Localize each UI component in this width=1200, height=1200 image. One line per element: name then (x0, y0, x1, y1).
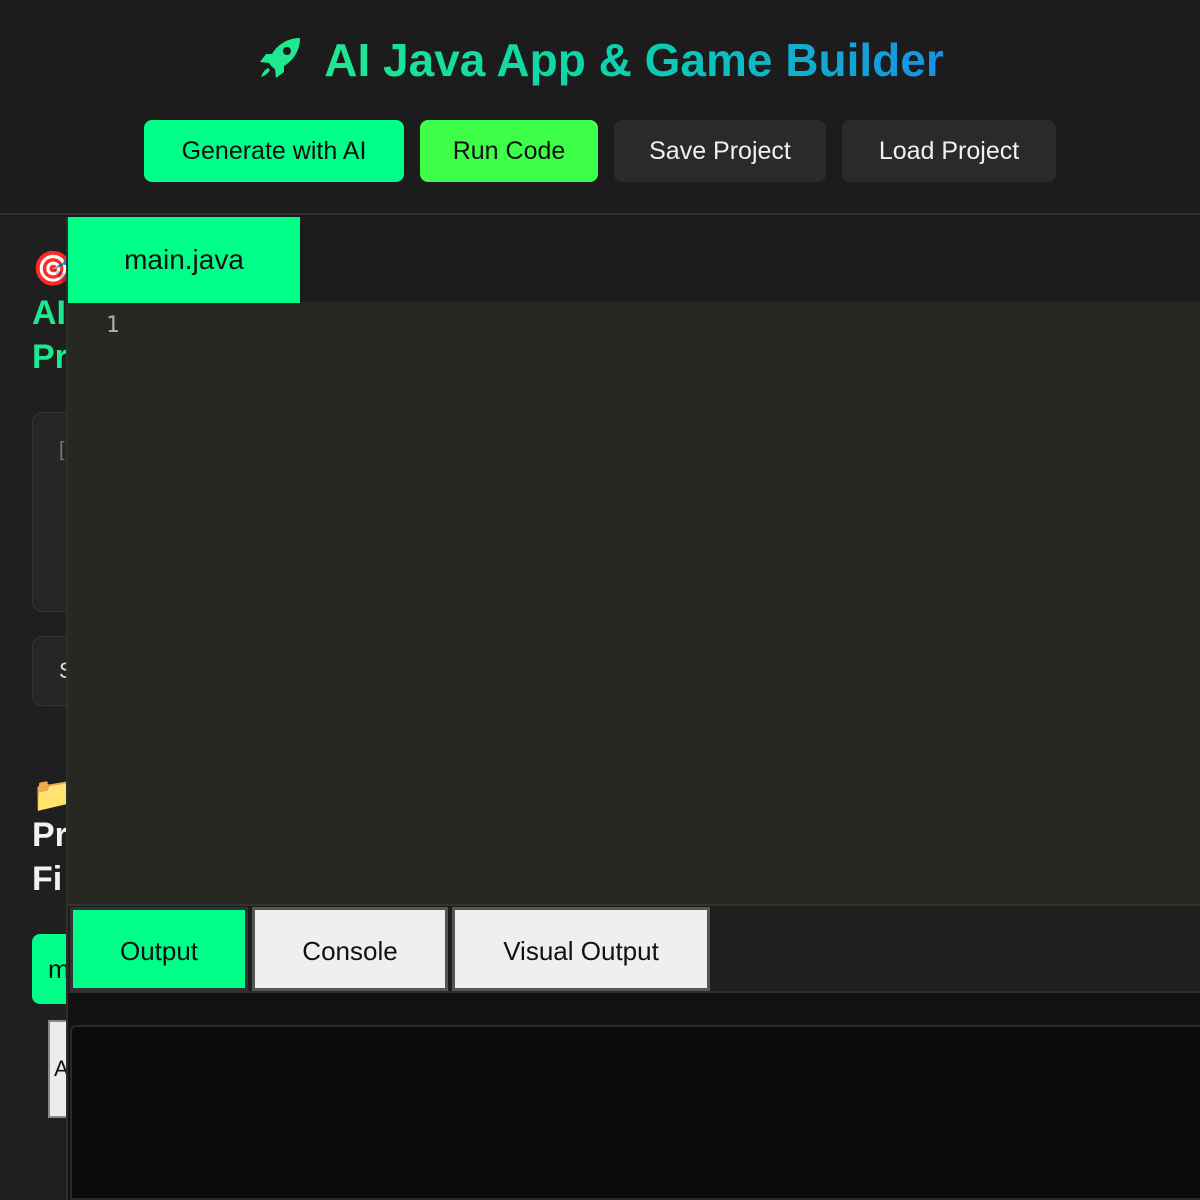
target-icon: 🎯 (32, 250, 66, 288)
tab-visual-output[interactable]: Visual Output (452, 907, 710, 991)
editor-panel: main.java 1 Output Console Visual Output (66, 217, 1200, 1200)
app-header: AI Java App & Game Builder Generate with… (0, 0, 1200, 215)
save-project-button[interactable]: Save Project (614, 120, 826, 182)
output-console[interactable] (70, 1025, 1200, 1200)
ai-prompt-heading-line1: AI (32, 294, 66, 332)
project-files-heading-line1: Pr (32, 816, 66, 854)
prompt-textarea[interactable]: [ e s c n i (32, 412, 66, 612)
rocket-icon (256, 34, 304, 87)
project-files-heading-line2: Fi (32, 860, 63, 898)
output-pane (68, 993, 1200, 1200)
line-number: 1 (106, 313, 120, 338)
sidebar: 🎯 AI Pr [ e s c n i S 📁 Pr Fi m A F (0, 217, 66, 1200)
tab-console[interactable]: Console (252, 907, 448, 991)
generate-with-ai-button[interactable]: Generate with AI (144, 120, 404, 182)
load-project-button[interactable]: Load Project (842, 120, 1056, 182)
file-item-main[interactable]: m (32, 934, 66, 1004)
project-type-select[interactable]: S (32, 636, 66, 706)
code-editor[interactable]: 1 (68, 303, 1200, 906)
title-row: AI Java App & Game Builder (0, 30, 1200, 90)
output-tabbar: Output Console Visual Output (68, 907, 1200, 993)
tab-main-java[interactable]: main.java (68, 217, 300, 303)
folder-icon: 📁 (32, 776, 66, 814)
add-file-box[interactable]: A F (48, 1020, 66, 1118)
run-code-button[interactable]: Run Code (420, 120, 598, 182)
ai-prompt-heading-line2: Pr (32, 338, 66, 376)
app-title: AI Java App & Game Builder (324, 30, 943, 90)
tab-output[interactable]: Output (70, 907, 248, 991)
editor-tabbar: main.java (68, 217, 1200, 303)
